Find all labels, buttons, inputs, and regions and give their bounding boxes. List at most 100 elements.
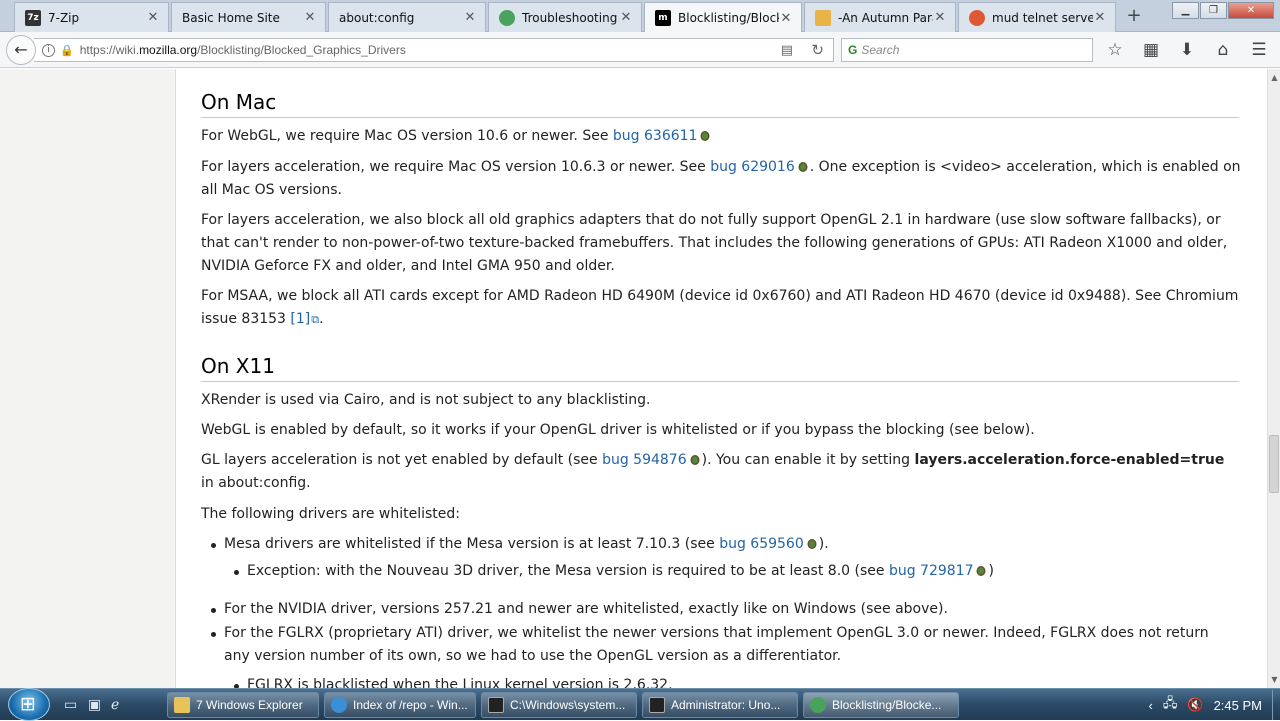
- section-heading-mac: On Mac: [201, 89, 1239, 118]
- list-item-text: Mesa drivers are whitelisted if the Mesa…: [224, 533, 1241, 556]
- tab-about-config[interactable]: about:config ✕: [328, 2, 486, 32]
- wiki-sidebar: [0, 69, 176, 688]
- paragraph: WebGL is enabled by default, so it works…: [201, 422, 1035, 438]
- taskbar-item-cmd2[interactable]: Administrator: Uno...: [642, 692, 798, 718]
- site-info-icon[interactable]: i: [42, 43, 55, 57]
- taskbar-item-ie[interactable]: Index of /repo - Win...: [324, 692, 476, 718]
- reload-icon[interactable]: ↻: [811, 41, 824, 59]
- back-button[interactable]: ←: [6, 35, 36, 65]
- bullet: [234, 570, 239, 575]
- bug-icon: [807, 539, 817, 549]
- lock-icon: 🔒: [60, 43, 74, 57]
- search-placeholder: Search: [861, 43, 900, 57]
- text: ): [988, 563, 994, 579]
- close-tab-icon[interactable]: ✕: [303, 10, 317, 25]
- taskbar-item-cmd1[interactable]: C:\Windows\system...: [481, 692, 637, 718]
- maximize-icon[interactable]: ❐: [1200, 2, 1227, 19]
- tab-autumn-parable[interactable]: -An Autumn Paral ✕: [804, 2, 956, 32]
- list-item: For the NVIDIA driver, versions 257.21 a…: [201, 598, 1241, 621]
- bullet: [211, 608, 216, 613]
- url-prefix: https://wiki.: [79, 43, 140, 57]
- mozilla-m-icon: m: [655, 10, 671, 26]
- new-tab-icon[interactable]: +: [1124, 6, 1144, 26]
- clock[interactable]: 2:45 PM: [1214, 698, 1262, 713]
- tab-blocklisting[interactable]: m Blocklisting/Block ✕: [644, 2, 802, 33]
- scroll-down-icon[interactable]: ▼: [1268, 673, 1280, 686]
- close-tab-icon[interactable]: ✕: [779, 11, 793, 26]
- text: For WebGL, we require Mac OS version 10.…: [201, 128, 613, 144]
- paragraph: For MSAA, we block all ATI cards except …: [201, 285, 1241, 331]
- close-tab-icon[interactable]: ✕: [463, 10, 477, 25]
- start-button[interactable]: [8, 688, 50, 721]
- tab-mud-telnet[interactable]: mud telnet server ✕: [958, 2, 1116, 32]
- tab-title: Basic Home Site: [182, 10, 280, 25]
- volume-muted-icon[interactable]: 🔇: [1187, 697, 1203, 713]
- 7zip-icon: 7z: [25, 9, 41, 26]
- paragraph: GL layers acceleration is not yet enable…: [201, 449, 1241, 495]
- bug-link[interactable]: bug 729817: [889, 563, 974, 579]
- bug-link[interactable]: bug 594876: [602, 452, 687, 468]
- bookmark-star-icon[interactable]: ☆: [1104, 40, 1126, 60]
- firefox-help-icon: [499, 9, 515, 26]
- bug-icon: [976, 566, 986, 576]
- url-bar[interactable]: i 🔒 https://wiki.mozilla.org/Blocklistin…: [34, 38, 834, 62]
- close-tab-icon[interactable]: ✕: [619, 10, 633, 25]
- show-desktop-strip[interactable]: [1272, 690, 1280, 720]
- ie-quicklaunch-icon[interactable]: ℯ: [111, 697, 119, 713]
- scrollbar-thumb[interactable]: [1269, 435, 1279, 493]
- switch-windows-icon[interactable]: ▣: [88, 697, 101, 713]
- duckduckgo-icon: [969, 9, 985, 26]
- bug-link[interactable]: bug 636611: [613, 128, 698, 144]
- url-host: mozilla.org: [139, 43, 198, 57]
- list-item: Exception: with the Nouveau 3D driver, t…: [201, 560, 1241, 583]
- list-item: FGLRX is blacklisted when the Linux kern…: [201, 674, 1241, 688]
- close-tab-icon[interactable]: ✕: [933, 10, 947, 25]
- bug-icon: [798, 162, 808, 172]
- vertical-scrollbar[interactable]: ▲ ▼: [1267, 69, 1280, 688]
- bookmarks-menu-icon[interactable]: ▦: [1140, 40, 1162, 60]
- tab-basic-home-site[interactable]: Basic Home Site ✕: [171, 2, 326, 32]
- paragraph: For WebGL, we require Mac OS version 10.…: [201, 125, 1241, 148]
- home-icon[interactable]: ⌂: [1212, 40, 1234, 60]
- hamburger-menu-icon[interactable]: ☰: [1248, 40, 1270, 60]
- close-tab-icon[interactable]: ✕: [146, 10, 160, 25]
- show-hidden-icons-icon[interactable]: ‹: [1149, 698, 1153, 713]
- section-heading-x11: On X11: [201, 353, 1239, 382]
- bug-link[interactable]: bug 659560: [719, 536, 804, 552]
- external-link[interactable]: [1]: [290, 311, 310, 327]
- tab-7zip[interactable]: 7z 7-Zip ✕: [14, 2, 169, 32]
- taskbar-item-label: 7 Windows Explorer: [196, 698, 303, 712]
- text: Exception: with the Nouveau 3D driver, t…: [247, 563, 889, 579]
- url-text[interactable]: https://wiki.mozilla.org/Blocklisting/Bl…: [80, 43, 406, 57]
- url-path: /Blocklisting/Blocked_Graphics_Drivers: [197, 43, 406, 57]
- search-engine-icon[interactable]: G: [848, 43, 857, 57]
- bug-link[interactable]: bug 629016: [710, 159, 795, 175]
- downloads-icon[interactable]: ⬇: [1176, 40, 1198, 60]
- taskbar-item-explorer[interactable]: 7 Windows Explorer: [167, 692, 319, 718]
- minimize-icon[interactable]: ▁: [1172, 2, 1199, 19]
- tab-title: -An Autumn Paral: [838, 10, 933, 25]
- window-controls: ▁ ❐ ✕: [1172, 2, 1274, 19]
- close-window-icon[interactable]: ✕: [1228, 2, 1274, 19]
- bug-icon: [690, 455, 700, 465]
- taskbar-item-label: Administrator: Uno...: [671, 698, 781, 712]
- paragraph: XRender is used via Cairo, and is not su…: [201, 392, 651, 408]
- book-icon: [815, 9, 831, 26]
- tab-troubleshooting[interactable]: Troubleshooting I ✕: [488, 2, 642, 32]
- list-item: For the FGLRX (proprietary ATI) driver, …: [201, 622, 1241, 668]
- network-icon[interactable]: 🖧: [1163, 694, 1178, 716]
- text: in about:config.: [201, 475, 311, 491]
- taskbar-item-label: Index of /repo - Win...: [353, 698, 468, 712]
- reader-view-icon[interactable]: ▤: [781, 43, 793, 58]
- list-item-text: FGLRX is blacklisted when the Linux kern…: [247, 677, 673, 688]
- close-tab-icon[interactable]: ✕: [1093, 10, 1107, 25]
- back-arrow-icon: ←: [14, 40, 28, 59]
- show-desktop-icon[interactable]: ▭: [64, 697, 77, 713]
- scroll-up-icon[interactable]: ▲: [1268, 71, 1280, 84]
- bullet: [211, 543, 216, 548]
- ie-icon: [331, 697, 347, 713]
- taskbar-item-firefox[interactable]: Blocklisting/Blocke...: [803, 692, 959, 718]
- list-item-text: For the FGLRX (proprietary ATI) driver, …: [224, 625, 1209, 664]
- search-input[interactable]: G Search: [841, 38, 1093, 62]
- system-tray: ‹ 🖧 🔇 2:45 PM: [1149, 689, 1280, 721]
